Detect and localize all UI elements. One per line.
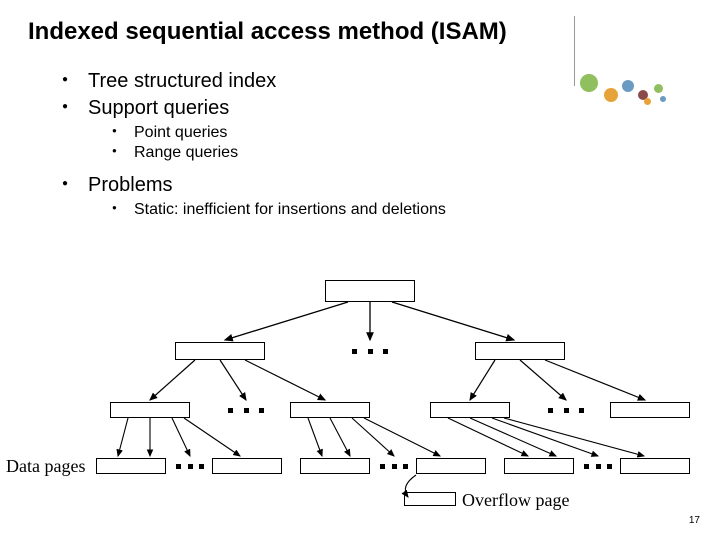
bullet-tree-structured: Tree structured index	[62, 70, 622, 93]
data-page	[416, 458, 486, 474]
tree-diagram: Data pages Overflow page	[0, 280, 720, 510]
bullet-point-queries: Point queries	[112, 124, 622, 142]
tree-arrows	[0, 280, 720, 510]
index-node-l2-b	[290, 402, 370, 418]
ellipsis-icon	[584, 461, 612, 471]
data-page	[96, 458, 166, 474]
index-node-l2-c	[430, 402, 510, 418]
bullet-support-queries: Support queries	[62, 97, 622, 120]
data-page	[212, 458, 282, 474]
data-pages-label: Data pages	[6, 456, 85, 477]
deco-dot	[644, 98, 651, 105]
page-number: 17	[689, 515, 700, 526]
slide-title: Indexed sequential access method (ISAM)	[28, 18, 507, 46]
index-node-l1-right	[475, 342, 565, 360]
deco-dot	[660, 96, 666, 102]
deco-dot	[654, 84, 663, 93]
bullet-problems: Problems	[62, 174, 622, 197]
bullet-range-queries: Range queries	[112, 144, 622, 162]
overflow-page-label: Overflow page	[462, 490, 569, 511]
ellipsis-icon	[176, 461, 204, 471]
bullet-static-inefficient: Static: inefficient for insertions and d…	[112, 201, 622, 219]
ellipsis-icon	[228, 405, 264, 415]
data-page	[620, 458, 690, 474]
overflow-page-node	[404, 492, 456, 506]
bullet-list: Tree structured index Support queries Po…	[62, 70, 622, 221]
ellipsis-icon	[380, 461, 408, 471]
data-page	[300, 458, 370, 474]
index-node-root	[325, 280, 415, 302]
index-node-l2-a	[110, 402, 190, 418]
data-page	[504, 458, 574, 474]
deco-dot	[622, 80, 634, 92]
ellipsis-icon	[548, 405, 584, 415]
index-node-l1-left	[175, 342, 265, 360]
ellipsis-icon	[352, 346, 388, 356]
index-node-l2-d	[610, 402, 690, 418]
